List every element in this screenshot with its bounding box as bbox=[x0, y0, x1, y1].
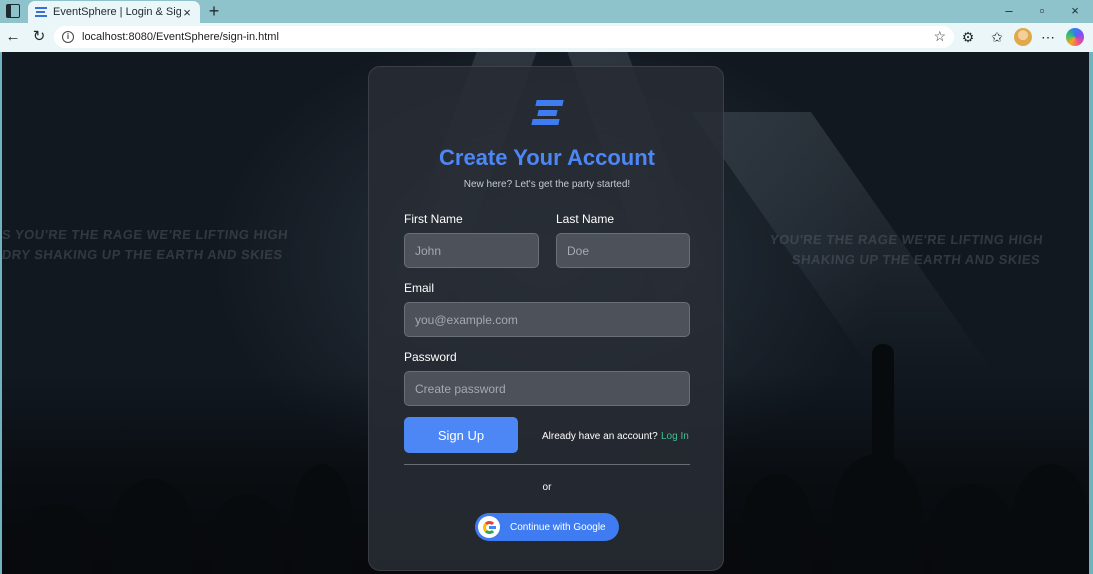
address-toolbar: ← ↻ i localhost:8080/EventSphere/sign-in… bbox=[0, 23, 1093, 52]
google-button-label: Continue with Google bbox=[510, 521, 606, 533]
reload-icon[interactable]: ↻ bbox=[30, 28, 48, 46]
signup-card: Create Your Account New here? Let's get … bbox=[368, 66, 724, 571]
or-separator-text: or bbox=[542, 482, 552, 493]
tab-strip: EventSphere | Login & Sign Up × + – ▫ × bbox=[0, 0, 1093, 23]
tab-eventsphere[interactable]: EventSphere | Login & Sign Up × bbox=[28, 1, 200, 23]
eventsphere-logo-icon bbox=[531, 100, 564, 125]
background-lyrics-text: YOU'RE THE RAGE WE'RE LIFTING HIGH bbox=[769, 232, 1044, 247]
last-name-field[interactable] bbox=[556, 233, 690, 268]
page-subtitle: New here? Let's get the party started! bbox=[463, 179, 631, 190]
sidebar-icon[interactable] bbox=[6, 4, 20, 18]
background-lyrics-text: SHAKING UP THE EARTH AND SKIES bbox=[791, 252, 1042, 267]
extensions-icon[interactable]: ⚙ bbox=[959, 28, 977, 46]
tab-title: EventSphere | Login & Sign Up bbox=[53, 6, 181, 18]
first-name-label: First Name bbox=[404, 212, 463, 226]
background-lyrics-text: DRY SHAKING UP THE EARTH AND SKIES bbox=[2, 247, 284, 262]
first-name-field[interactable] bbox=[404, 233, 539, 268]
new-tab-icon[interactable]: + bbox=[206, 1, 222, 22]
favorites-icon[interactable]: ✩ bbox=[988, 28, 1006, 46]
sign-up-button[interactable]: Sign Up bbox=[404, 417, 518, 453]
eventsphere-favicon-icon bbox=[35, 7, 47, 17]
copilot-icon[interactable] bbox=[1066, 28, 1084, 46]
background-lyrics-text: S YOU'RE THE RAGE WE'RE LIFTING HIGH bbox=[2, 227, 289, 242]
password-field[interactable] bbox=[404, 371, 690, 406]
last-name-label: Last Name bbox=[556, 212, 615, 226]
maximize-icon[interactable]: ▫ bbox=[1033, 3, 1051, 18]
minimize-icon[interactable]: – bbox=[1000, 3, 1018, 18]
more-icon[interactable]: ⋯ bbox=[1039, 28, 1057, 46]
profile-icon[interactable] bbox=[1014, 28, 1032, 46]
password-label: Password bbox=[404, 350, 457, 364]
email-label: Email bbox=[404, 281, 435, 295]
star-icon[interactable]: ☆ bbox=[933, 28, 946, 45]
url-text: localhost:8080/EventSphere/sign-in.html bbox=[82, 31, 279, 43]
close-tab-icon[interactable]: × bbox=[181, 5, 193, 20]
divider bbox=[404, 464, 690, 465]
have-account-text: Already have an account? bbox=[542, 431, 658, 442]
page-title: Create Your Account bbox=[439, 145, 655, 170]
continue-with-google-button[interactable]: Continue with Google bbox=[475, 513, 619, 541]
google-icon bbox=[478, 516, 500, 538]
email-field[interactable] bbox=[404, 302, 690, 337]
back-icon[interactable]: ← bbox=[4, 28, 22, 46]
close-window-icon[interactable]: × bbox=[1066, 3, 1084, 18]
info-icon[interactable]: i bbox=[62, 31, 74, 43]
log-in-link[interactable]: Log In bbox=[661, 431, 689, 442]
page-viewport: S YOU'RE THE RAGE WE'RE LIFTING HIGH DRY… bbox=[2, 52, 1089, 574]
address-bar[interactable]: i localhost:8080/EventSphere/sign-in.htm… bbox=[54, 26, 954, 48]
